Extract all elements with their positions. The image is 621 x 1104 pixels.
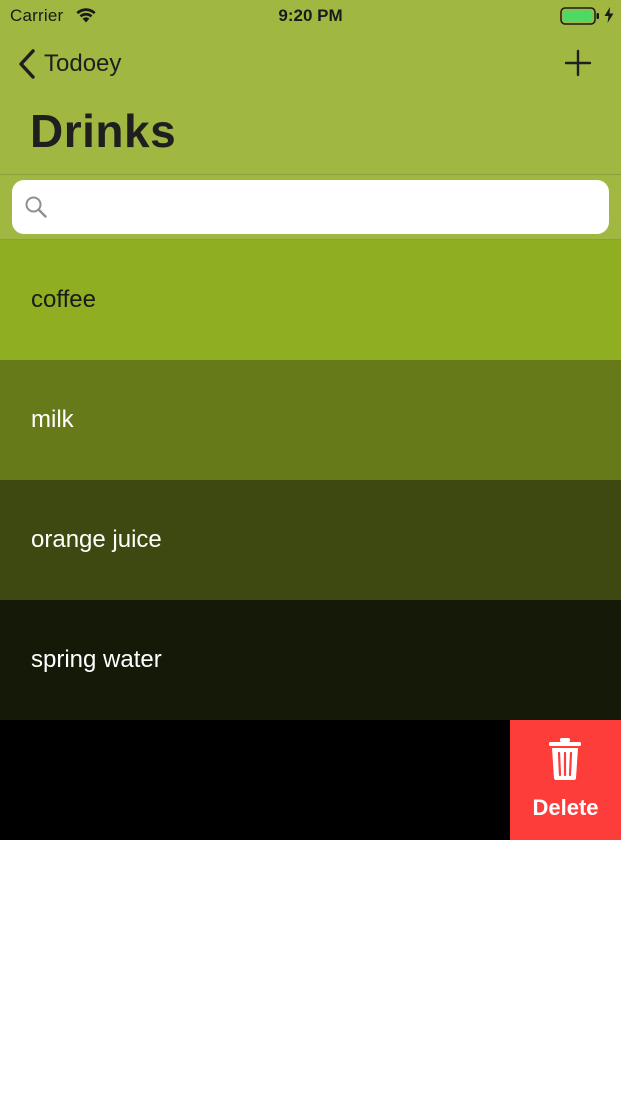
search-icon — [25, 196, 47, 218]
back-button[interactable]: Todoey — [16, 46, 146, 82]
search-bar — [0, 175, 621, 240]
list-item[interactable]: orange juice — [0, 480, 621, 600]
item-label: milk — [31, 406, 74, 433]
search-field[interactable] — [12, 180, 609, 234]
list-item-swiped[interactable]: Delete — [0, 720, 621, 840]
delete-button[interactable]: Delete — [510, 720, 621, 840]
item-label: spring water — [31, 646, 162, 673]
list-item[interactable]: spring water — [0, 600, 621, 720]
app-screen: Carrier 9:20 PM Todoey Drinks coffee mil… — [0, 0, 621, 1104]
page-title: Drinks — [30, 105, 177, 157]
chevron-left-icon — [19, 49, 35, 79]
list-item[interactable]: milk — [0, 360, 621, 480]
battery-icon — [560, 7, 599, 25]
todo-list: coffee milk orange juice spring water De… — [0, 240, 621, 840]
back-button-label: Todoey — [44, 50, 122, 77]
plus-icon[interactable] — [563, 48, 593, 78]
item-label: orange juice — [31, 526, 162, 553]
status-bar: Carrier 9:20 PM — [0, 0, 621, 32]
charging-icon — [604, 7, 614, 23]
clock: 9:20 PM — [278, 6, 343, 25]
trash-icon — [549, 738, 581, 780]
item-label: coffee — [31, 286, 96, 313]
delete-label: Delete — [532, 795, 599, 820]
list-item[interactable]: coffee — [0, 240, 621, 360]
search-input[interactable] — [58, 188, 598, 226]
navigation-header: Carrier 9:20 PM Todoey Drinks — [0, 0, 621, 175]
